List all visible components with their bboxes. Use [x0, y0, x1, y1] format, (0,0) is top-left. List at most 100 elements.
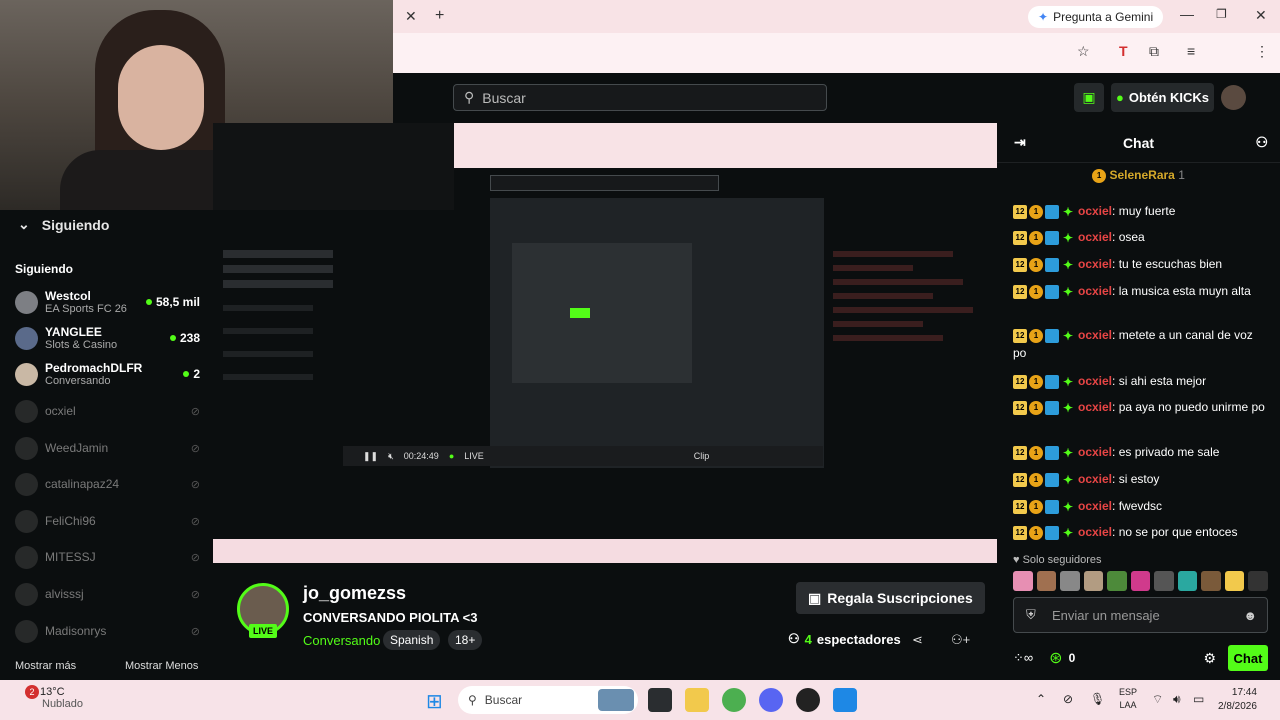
emote[interactable]: [1248, 571, 1269, 591]
stream-category[interactable]: Conversando: [303, 633, 380, 648]
coin-badge-icon: 1: [1092, 168, 1107, 183]
volume-icon[interactable]: 🔊︎: [1173, 692, 1181, 707]
followers-only-notice: ♥ Solo seguidores: [1013, 554, 1102, 566]
chat-pinned-user: 1 SeleneRara 1: [997, 168, 1280, 183]
get-kicks-button[interactable]: ● Obtén KICKs: [1111, 83, 1214, 112]
weather-widget[interactable]: 13°C Nublado: [24, 686, 83, 710]
pause-icon[interactable]: ❚❚: [363, 451, 378, 462]
emote[interactable]: [1177, 571, 1198, 591]
streamer-name[interactable]: jo_gomezss: [303, 583, 406, 604]
sidebar-item-weedjamin[interactable]: WeedJamin ⊘: [15, 430, 200, 466]
user-badges: 12 1 ✦: [1013, 525, 1075, 540]
collapse-chat-icon[interactable]: ⇥: [1014, 134, 1026, 151]
taskbar-clock[interactable]: 17:44 2/8/2026: [1218, 686, 1257, 714]
battery-icon[interactable]: ▭: [1193, 692, 1204, 706]
file-explorer-icon[interactable]: [685, 688, 709, 712]
stream-video[interactable]: ❚❚ 🔇︎ 00:24:49 ● LIVE Clip: [213, 123, 997, 563]
sidebar-item-westcol[interactable]: Westcol EA Sports FC 26 58,5 mil: [15, 284, 200, 320]
gifter-badge-icon: [1045, 204, 1059, 219]
sidebar-item-ocxiel[interactable]: ocxiel ⊘: [15, 393, 200, 429]
gift-subscriptions-button[interactable]: ▣ Regala Suscripciones: [796, 582, 985, 614]
emoji-icon[interactable]: ☻: [1243, 608, 1257, 623]
tag-age[interactable]: 18+: [448, 630, 483, 650]
menu-kebab-icon[interactable]: ⋮: [1255, 43, 1269, 60]
chat-username[interactable]: ocxiel: [1078, 499, 1112, 513]
chat-username[interactable]: ocxiel: [1078, 525, 1112, 539]
sidebar-item-alvisssj[interactable]: alvisssj ⊘: [15, 576, 200, 612]
sidebar-item-felichi96[interactable]: FeliChi96 ⊘: [15, 503, 200, 539]
chat-username[interactable]: ocxiel: [1078, 400, 1112, 414]
video-controls: ❚❚ 🔇︎ 00:24:49 ● LIVE Clip: [343, 446, 823, 466]
sub-badge-icon: 12: [1013, 204, 1027, 219]
avatar: [15, 399, 38, 423]
emote[interactable]: [1036, 571, 1057, 591]
search-input[interactable]: ⚲ Buscar: [453, 84, 827, 111]
emote[interactable]: [1013, 571, 1033, 591]
language-indicator[interactable]: ESP LAA: [1119, 686, 1137, 712]
wifi-icon[interactable]: ⌔: [1152, 692, 1163, 707]
infinity-points-icon[interactable]: ⁘∞: [1013, 650, 1033, 666]
clip-button[interactable]: Clip: [694, 451, 710, 461]
chat-users-icon[interactable]: ⚇: [1255, 134, 1268, 151]
follow-user-icon[interactable]: ⚇+: [951, 632, 970, 648]
mute-icon[interactable]: 🔇︎: [388, 451, 394, 462]
chevron-up-icon[interactable]: ⌃: [1036, 692, 1046, 706]
microphone-icon[interactable]: 🎙︎: [1090, 692, 1105, 706]
settings-gear-icon[interactable]: ⚙: [1203, 650, 1216, 667]
user-avatar[interactable]: [1221, 85, 1246, 110]
chat-username[interactable]: ocxiel: [1078, 328, 1112, 342]
emote[interactable]: [1107, 571, 1127, 591]
network-off-icon[interactable]: ⊘: [1063, 692, 1073, 706]
windows-taskbar: 2 13°C Nublado ⊞ ⚲ Buscar ⌃ ⊘ 🎙︎ ESP LAA…: [0, 680, 1280, 720]
emote[interactable]: [1201, 571, 1221, 591]
sidebar-collapse-header[interactable]: ⌄ Siguiendo: [18, 216, 109, 233]
chat-username[interactable]: ocxiel: [1078, 284, 1112, 298]
chat-username[interactable]: ocxiel: [1078, 230, 1112, 244]
emote[interactable]: [1083, 571, 1104, 591]
minimize-icon[interactable]: —: [1180, 6, 1194, 22]
obs-app-icon[interactable]: [796, 688, 820, 712]
verified-badge-icon: ✦: [1062, 445, 1074, 460]
show-less-link[interactable]: Mostrar Menos: [125, 660, 198, 672]
chat-username[interactable]: ocxiel: [1078, 472, 1112, 486]
close-tab-icon[interactable]: ✕: [405, 8, 417, 25]
emote[interactable]: [1224, 571, 1245, 591]
sidebar-item-pedromachdlfr[interactable]: PedromachDLFR Conversando 2: [15, 356, 200, 392]
show-more-link[interactable]: Mostrar más: [15, 660, 76, 672]
extension-icon[interactable]: T: [1119, 43, 1128, 59]
emote[interactable]: [1130, 571, 1151, 591]
avatar: [15, 290, 38, 314]
discord-app-icon[interactable]: [759, 688, 783, 712]
new-tab-icon[interactable]: +: [435, 7, 444, 25]
bookmark-star-icon[interactable]: ☆: [1077, 43, 1090, 60]
extensions-puzzle-icon[interactable]: ⧉: [1149, 43, 1159, 60]
avatar: [15, 619, 38, 643]
chat-text: fwevdsc: [1118, 499, 1163, 513]
sidebar-item-mitessj[interactable]: MITESSJ ⊘: [15, 539, 200, 575]
terminal-app-icon[interactable]: [648, 688, 672, 712]
sidebar-item-catalinapaz24[interactable]: catalinapaz24 ⊘: [15, 466, 200, 502]
windows-start-icon[interactable]: ⊞: [426, 689, 443, 714]
share-icon[interactable]: ⋖: [912, 632, 923, 648]
offline-icon: ⊘: [190, 442, 200, 455]
emote[interactable]: [1060, 571, 1080, 591]
sub-badge-icon: 12: [1013, 257, 1027, 272]
sub-badge-icon: 12: [1013, 499, 1027, 514]
window-close-icon[interactable]: ✕: [1255, 7, 1267, 24]
gift-icon[interactable]: ▣: [1074, 83, 1104, 112]
chat-username[interactable]: ocxiel: [1078, 257, 1112, 271]
app-icon[interactable]: [833, 688, 857, 712]
chat-username[interactable]: ocxiel: [1078, 445, 1112, 459]
chat-message-input[interactable]: ⛨ Enviar un mensaje ☻: [1013, 597, 1268, 633]
emote[interactable]: [1154, 571, 1174, 591]
chat-username[interactable]: ocxiel: [1078, 374, 1112, 388]
chat-send-button[interactable]: Chat: [1228, 645, 1268, 671]
sidebar-item-madisonrys[interactable]: Madisonrys ⊘: [15, 613, 200, 649]
sidebar-item-yanglee[interactable]: YANGLEE Slots & Casino 238: [15, 320, 200, 356]
chat-username[interactable]: ocxiel: [1078, 204, 1112, 218]
maximize-icon[interactable]: ❐: [1216, 7, 1227, 21]
media-icon[interactable]: ≡: [1187, 43, 1195, 59]
gemini-button[interactable]: ✦ Pregunta a Gemini: [1028, 6, 1164, 28]
chrome-app-icon[interactable]: [722, 688, 746, 712]
tag-language[interactable]: Spanish: [383, 630, 441, 650]
